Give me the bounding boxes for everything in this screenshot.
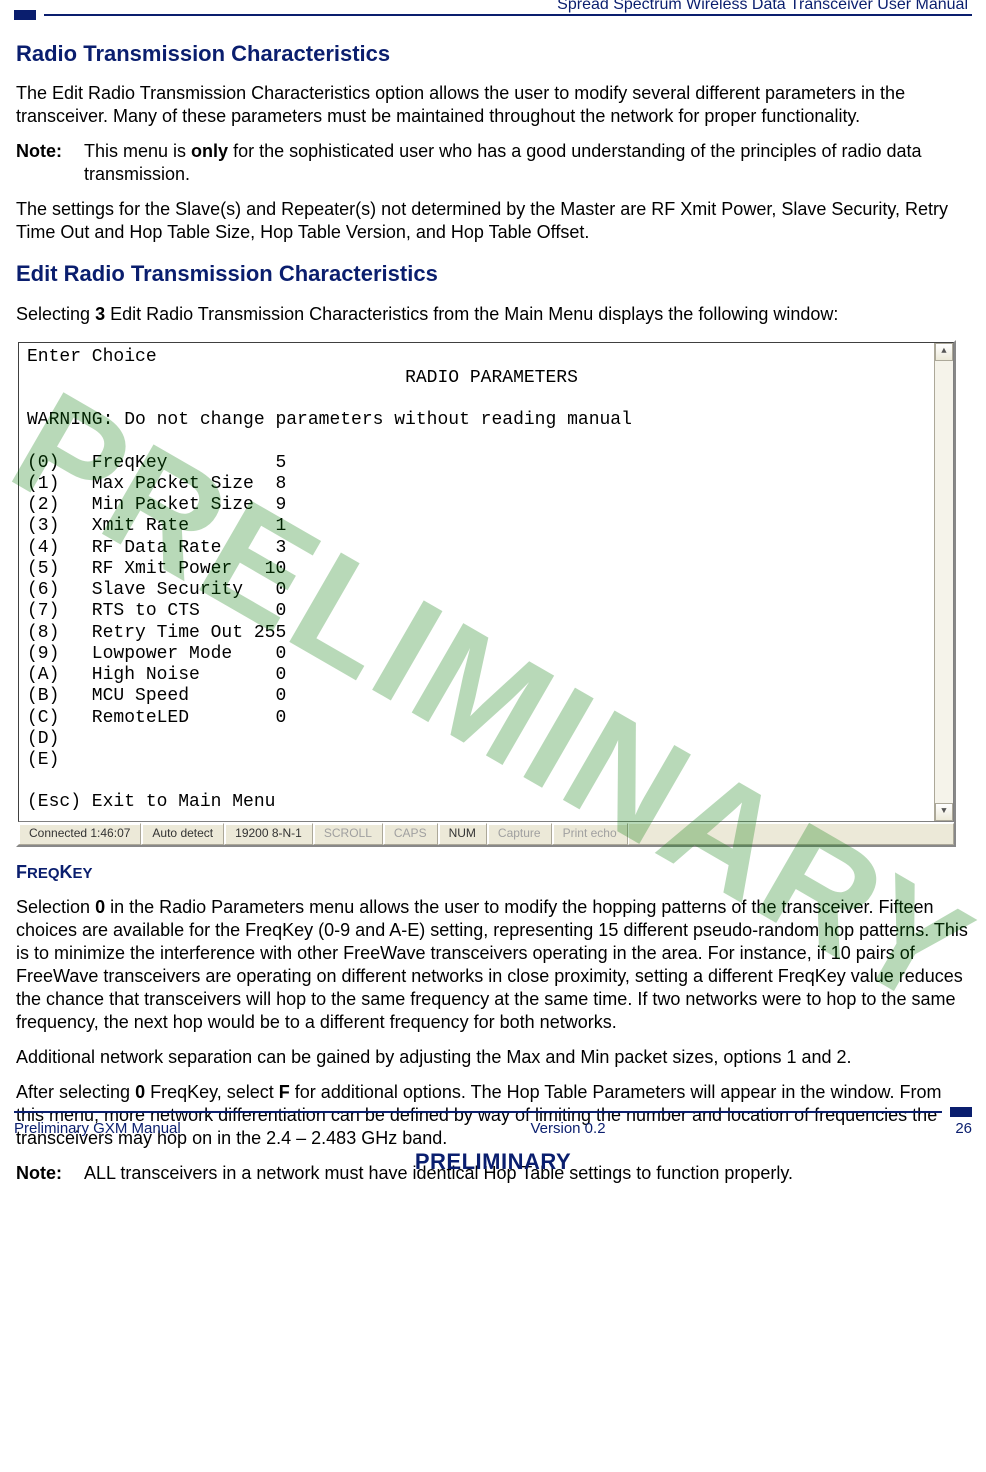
status-echo: Print echo [552, 823, 628, 845]
fk3a: After selecting [16, 1082, 135, 1102]
scroll-track[interactable] [935, 361, 953, 803]
header-doc-title: Spread Spectrum Wireless Data Transceive… [14, 0, 968, 14]
footer-rule [14, 1107, 972, 1117]
note-label: Note: [16, 140, 70, 186]
header-rule-line [44, 14, 972, 16]
status-detect: Auto detect [141, 823, 224, 845]
footer-center: Version 0.2 [530, 1120, 605, 1137]
paragraph-freqkey-main: Selection 0 in the Radio Parameters menu… [16, 896, 968, 1034]
page-content: Radio Transmission Characteristics The E… [14, 40, 972, 1185]
footer-right: 26 [955, 1120, 972, 1137]
footer-text: Preliminary GXM Manual Version 0.2 26 [14, 1120, 972, 1137]
terminal-status-bar: Connected 1:46:07 Auto detect 19200 8-N-… [18, 822, 954, 845]
status-num: NUM [438, 823, 487, 845]
paragraph-settings: The settings for the Slave(s) and Repeat… [16, 198, 968, 244]
footer-left: Preliminary GXM Manual [14, 1120, 181, 1137]
fk3d: F [279, 1082, 290, 1102]
heading-edit-radio: Edit Radio Transmission Characteristics [16, 260, 968, 288]
term-warning: WARNING: Do not change parameters withou… [27, 410, 632, 430]
txt-after: Edit Radio Transmission Characteristics … [105, 304, 838, 324]
scroll-down-icon[interactable]: ▼ [935, 803, 953, 821]
fk3b: 0 [135, 1082, 145, 1102]
note-text: This menu is only for the sophisticated … [84, 140, 968, 186]
fk-a: Selection [16, 897, 95, 917]
note-text-before: This menu is [84, 141, 191, 161]
scroll-up-icon[interactable]: ▲ [935, 343, 953, 361]
paragraph-selecting: Selecting 3 Edit Radio Transmission Char… [16, 303, 968, 326]
paragraph-freqkey-separation: Additional network separation can be gai… [16, 1046, 968, 1069]
status-connected: Connected 1:46:07 [18, 823, 141, 845]
status-scroll: SCROLL [313, 823, 383, 845]
heading-radio-transmission: Radio Transmission Characteristics [16, 40, 968, 68]
subheading-freqkey: FREQKEY [16, 861, 968, 884]
terminal-screenshot: Enter Choice RADIO PARAMETERS WARNING: D… [16, 340, 956, 847]
note-bold: only [191, 141, 228, 161]
txt-bold: 3 [95, 304, 105, 324]
term-esc-line: (Esc) Exit to Main Menu [27, 792, 275, 812]
terminal-window: Enter Choice RADIO PARAMETERS WARNING: D… [16, 340, 956, 847]
status-caps: CAPS [383, 823, 438, 845]
term-param-list: (0) FreqKey 5 (1) Max Packet Size 8 (2) … [27, 453, 286, 770]
fk-b: 0 [95, 897, 105, 917]
status-port: 19200 8-N-1 [224, 823, 313, 845]
status-capture: Capture [487, 823, 552, 845]
paragraph-intro: The Edit Radio Transmission Characterist… [16, 82, 968, 128]
status-spacer [628, 823, 954, 845]
note-row-1: Note: This menu is only for the sophisti… [16, 140, 968, 186]
terminal-text-area: Enter Choice RADIO PARAMETERS WARNING: D… [18, 342, 954, 822]
term-enter-top: Enter Choice [27, 347, 157, 367]
fk3c: FreqKey, select [145, 1082, 279, 1102]
footer-preliminary: PRELIMINARY [0, 1149, 986, 1175]
fk-c: in the Radio Parameters menu allows the … [16, 897, 968, 1032]
terminal-scrollbar[interactable]: ▲ ▼ [934, 343, 953, 821]
footer-rule-line [14, 1111, 942, 1113]
term-title: RADIO PARAMETERS [405, 368, 578, 388]
footer-rule-accent [950, 1107, 972, 1117]
txt-before: Selecting [16, 304, 95, 324]
